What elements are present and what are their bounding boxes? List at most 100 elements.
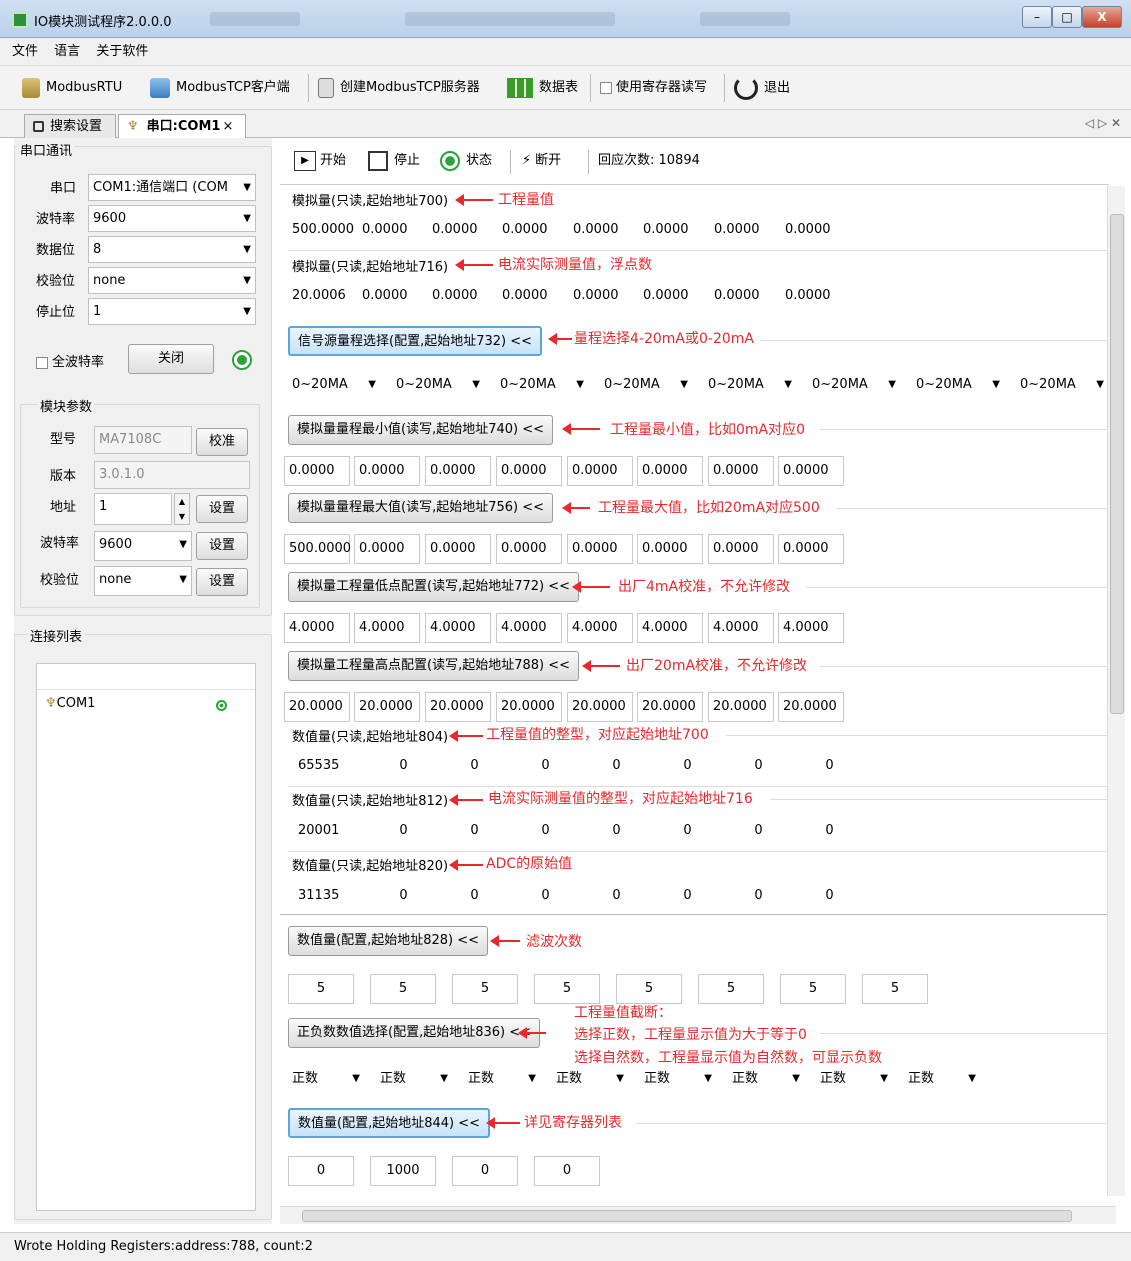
value-cell[interactable]: 20.0000 (284, 692, 350, 722)
tab-com1[interactable]: ♆ 串口:COM1 × (118, 114, 246, 140)
value-cell[interactable]: 20.0000 (637, 692, 703, 722)
sign-select[interactable]: 正数 ▼ (814, 1066, 894, 1094)
filter-count-read-button[interactable]: 数值量(配置,起始地址828) << (288, 926, 489, 956)
exit-button[interactable]: 退出 (734, 76, 790, 100)
address-field[interactable]: 1 (94, 493, 172, 525)
value-cell[interactable]: 5 (862, 974, 928, 1004)
value-cell[interactable]: 5 (370, 974, 436, 1004)
value-cell[interactable]: 0 (288, 1156, 354, 1186)
value-cell[interactable]: 0.0000 (778, 534, 844, 564)
module-parity-select[interactable]: none ▼ (94, 566, 192, 596)
menu-language[interactable]: 语言 (54, 38, 80, 66)
start-button[interactable]: ▶ 开始 (294, 150, 346, 172)
list-item[interactable]: ♆COM1 (45, 696, 245, 716)
baud-select[interactable]: 9600 ▼ (88, 205, 256, 232)
value-cell[interactable]: 20.0000 (567, 692, 633, 722)
value-cell[interactable]: 4.0000 (708, 613, 774, 643)
range-select[interactable]: 0~20MA ▼ (910, 372, 1006, 400)
horizontal-scrollbar[interactable] (280, 1206, 1116, 1224)
signal-range-read-button[interactable]: 信号源量程选择(配置,起始地址732) << (288, 326, 543, 356)
value-cell[interactable]: 20.0000 (778, 692, 844, 722)
value-cell[interactable]: 5 (288, 974, 354, 1004)
value-cell[interactable]: 4.0000 (425, 613, 491, 643)
range-select[interactable]: 0~20MA ▼ (1014, 372, 1110, 400)
sign-select[interactable]: 正数 ▼ (462, 1066, 542, 1094)
value-cell[interactable]: 20.0000 (496, 692, 562, 722)
sign-select-read-button[interactable]: 正负数数值选择(配置,起始地址836) << (288, 1018, 541, 1048)
address-stepper[interactable]: ▲ ▼ (174, 493, 190, 525)
sign-select[interactable]: 正数 ▼ (286, 1066, 366, 1094)
menu-file[interactable]: 文件 (12, 38, 38, 66)
value-cell[interactable]: 5 (780, 974, 846, 1004)
value-cell[interactable]: 0.0000 (637, 456, 703, 486)
sign-select[interactable]: 正数 ▼ (374, 1066, 454, 1094)
value-cell[interactable]: 500.0000 (284, 534, 351, 564)
set-parity-button[interactable]: 设置 (196, 568, 248, 596)
value-cell[interactable]: 0.0000 (284, 456, 350, 486)
tcp-client-button[interactable]: ModbusTCP客户端 (150, 76, 290, 100)
range-min-read-button[interactable]: 模拟量量程最小值(读写,起始地址740) << (288, 415, 554, 445)
range-max-read-button[interactable]: 模拟量量程最大值(读写,起始地址756) << (288, 493, 554, 523)
value-cell[interactable]: 4.0000 (637, 613, 703, 643)
value-cell[interactable]: 0.0000 (425, 534, 491, 564)
range-select[interactable]: 0~20MA ▼ (806, 372, 902, 400)
modbusrtu-button[interactable]: ModbusRTU (22, 76, 122, 100)
tab-nav-controls[interactable]: ◁ ▷ ✕ (1085, 116, 1121, 130)
value-cell[interactable]: 0.0000 (425, 456, 491, 486)
range-select[interactable]: 0~20MA ▼ (286, 372, 382, 400)
maximize-button[interactable]: □ (1052, 6, 1082, 28)
vertical-scrollbar[interactable] (1107, 186, 1125, 1196)
scroll-thumb[interactable] (1110, 214, 1124, 714)
tcp-server-button[interactable]: 创建ModbusTCP服务器 (318, 76, 480, 100)
value-cell[interactable]: 4.0000 (778, 613, 844, 643)
value-cell[interactable]: 0.0000 (637, 534, 703, 564)
datatable-button[interactable]: 数据表 (507, 76, 578, 100)
close-tab-icon[interactable]: × (222, 119, 233, 134)
calibrate-button[interactable]: 校准 (196, 428, 248, 456)
value-cell[interactable]: 5 (616, 974, 682, 1004)
sign-select[interactable]: 正数 ▼ (726, 1066, 806, 1094)
set-address-button[interactable]: 设置 (196, 495, 248, 523)
value-cell[interactable]: 0.0000 (354, 456, 420, 486)
value-cell[interactable]: 4.0000 (567, 613, 633, 643)
value-cell[interactable]: 0.0000 (496, 534, 562, 564)
value-cell[interactable]: 5 (452, 974, 518, 1004)
value-cell[interactable]: 5 (534, 974, 600, 1004)
stopbits-select[interactable]: 1 ▼ (88, 298, 256, 325)
range-select[interactable]: 0~20MA ▼ (494, 372, 590, 400)
value-cell[interactable]: 0.0000 (708, 456, 774, 486)
sign-select[interactable]: 正数 ▼ (638, 1066, 718, 1094)
all-baud-checkbox[interactable]: 全波特率 (36, 351, 104, 370)
value-cell[interactable]: 0 (534, 1156, 600, 1186)
value-cell[interactable]: 4.0000 (354, 613, 420, 643)
use-register-checkbox[interactable]: 使用寄存器读写 (600, 76, 707, 100)
scroll-thumb[interactable] (302, 1210, 1072, 1222)
value-cell[interactable]: 4.0000 (284, 613, 350, 643)
value-cell[interactable]: 0.0000 (567, 534, 633, 564)
module-baud-select[interactable]: 9600 ▼ (94, 531, 192, 561)
value-cell[interactable]: 0.0000 (708, 534, 774, 564)
value-cell[interactable]: 0 (452, 1156, 518, 1186)
value-cell[interactable]: 0.0000 (567, 456, 633, 486)
close-port-button[interactable]: 关闭 (128, 344, 214, 374)
tab-search-settings[interactable]: 搜索设置 (24, 114, 116, 139)
low-point-read-button[interactable]: 模拟量工程量低点配置(读写,起始地址772) << (288, 572, 580, 602)
stop-button[interactable]: 停止 (368, 150, 420, 172)
config-844-read-button[interactable]: 数值量(配置,起始地址844) << (288, 1108, 491, 1138)
value-cell[interactable]: 20.0000 (425, 692, 491, 722)
value-cell[interactable]: 0.0000 (496, 456, 562, 486)
value-cell[interactable]: 5 (698, 974, 764, 1004)
range-select[interactable]: 0~20MA ▼ (702, 372, 798, 400)
sign-select[interactable]: 正数 ▼ (550, 1066, 630, 1094)
databits-select[interactable]: 8 ▼ (88, 236, 256, 263)
menu-about[interactable]: 关于软件 (96, 38, 148, 66)
parity-select[interactable]: none ▼ (88, 267, 256, 294)
port-select[interactable]: COM1:通信端口 (COM ▼ (88, 174, 256, 201)
value-cell[interactable]: 4.0000 (496, 613, 562, 643)
minimize-button[interactable]: – (1022, 6, 1052, 28)
value-cell[interactable]: 1000 (370, 1156, 436, 1186)
range-select[interactable]: 0~20MA ▼ (598, 372, 694, 400)
range-select[interactable]: 0~20MA ▼ (390, 372, 486, 400)
value-cell[interactable]: 20.0000 (354, 692, 420, 722)
value-cell[interactable]: 0.0000 (354, 534, 420, 564)
